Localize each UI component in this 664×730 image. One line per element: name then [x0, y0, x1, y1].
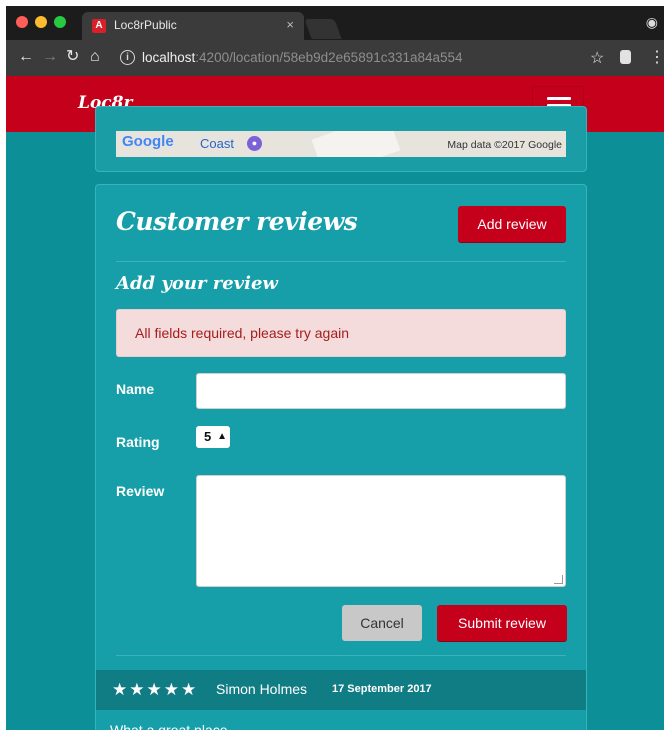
- review-label: Review: [116, 483, 165, 499]
- forward-arrow-icon[interactable]: →: [42, 48, 58, 66]
- bookmark-star-icon[interactable]: ☆: [590, 48, 604, 68]
- map-pin-icon: ●: [247, 136, 262, 151]
- new-tab-button[interactable]: [304, 19, 342, 39]
- form-title: Add your review: [116, 273, 278, 294]
- url-host: localhost: [142, 50, 196, 65]
- address-bar[interactable]: i localhost:4200/location/58eb9d2e65891c…: [110, 46, 580, 70]
- url-text: localhost:4200/location/58eb9d2e65891c33…: [142, 50, 463, 65]
- name-label: Name: [116, 381, 155, 397]
- browser-toolbar: ← → ↻ ⌂ i localhost:4200/location/58eb9d…: [6, 40, 664, 76]
- map-place-label: Coast: [200, 136, 234, 151]
- incognito-icon: ◉: [645, 14, 658, 30]
- back-arrow-icon[interactable]: ←: [18, 48, 34, 66]
- map-attribution: Map data ©2017 Google: [447, 139, 562, 151]
- review-author: Simon Holmes: [216, 681, 308, 697]
- rating-label: Rating: [116, 434, 160, 450]
- location-map[interactable]: Google Coast ● Map data ©2017 Google: [116, 131, 566, 157]
- review-date: 17 September 2017: [332, 683, 432, 695]
- favicon-icon: A: [92, 19, 106, 33]
- info-icon[interactable]: i: [120, 50, 135, 65]
- hamburger-bar: [547, 97, 571, 100]
- map-panel: Google Coast ● Map data ©2017 Google: [95, 106, 587, 172]
- resize-grip-icon[interactable]: [554, 575, 563, 584]
- error-alert: All fields required, please try again: [116, 309, 566, 357]
- rating-value: 5: [204, 429, 212, 444]
- google-logo: Google: [122, 133, 174, 150]
- name-input[interactable]: [196, 373, 566, 409]
- tab-close-icon[interactable]: ×: [286, 17, 294, 32]
- select-arrows-icon: ▲: [217, 431, 227, 442]
- menu-dots-icon[interactable]: ⋮: [649, 47, 664, 67]
- divider: [116, 261, 566, 262]
- reviews-panel: Customer reviews Add review Add your rev…: [95, 184, 587, 730]
- review-text: What a great place.: [110, 722, 232, 730]
- close-window-button[interactable]: [16, 16, 28, 28]
- star-rating: ★★★★★: [112, 680, 199, 699]
- add-review-button[interactable]: Add review: [458, 206, 566, 242]
- divider: [116, 655, 566, 656]
- map-road: [311, 131, 401, 157]
- reviews-title: Customer reviews: [116, 207, 358, 236]
- browser-tab[interactable]: A Loc8rPublic ×: [82, 12, 304, 40]
- minimize-window-button[interactable]: [35, 16, 47, 28]
- extension-icon[interactable]: [620, 50, 631, 64]
- submit-review-button[interactable]: Submit review: [437, 605, 567, 641]
- rating-select[interactable]: 5 ▲: [196, 426, 230, 448]
- review-header: ★★★★★ Simon Holmes 17 September 2017: [96, 670, 586, 710]
- cancel-button[interactable]: Cancel: [342, 605, 422, 641]
- url-path: :4200/location/58eb9d2e65891c331a84a554: [195, 50, 463, 65]
- reload-icon[interactable]: ↻: [66, 48, 79, 66]
- browser-window: A Loc8rPublic × ◉ ← → ↻ ⌂ i localhost:42…: [6, 6, 664, 730]
- maximize-window-button[interactable]: [54, 16, 66, 28]
- tab-title: Loc8rPublic: [114, 18, 177, 32]
- review-textarea[interactable]: [196, 475, 566, 587]
- tab-strip: A Loc8rPublic × ◉: [6, 6, 664, 40]
- home-icon[interactable]: ⌂: [90, 48, 100, 66]
